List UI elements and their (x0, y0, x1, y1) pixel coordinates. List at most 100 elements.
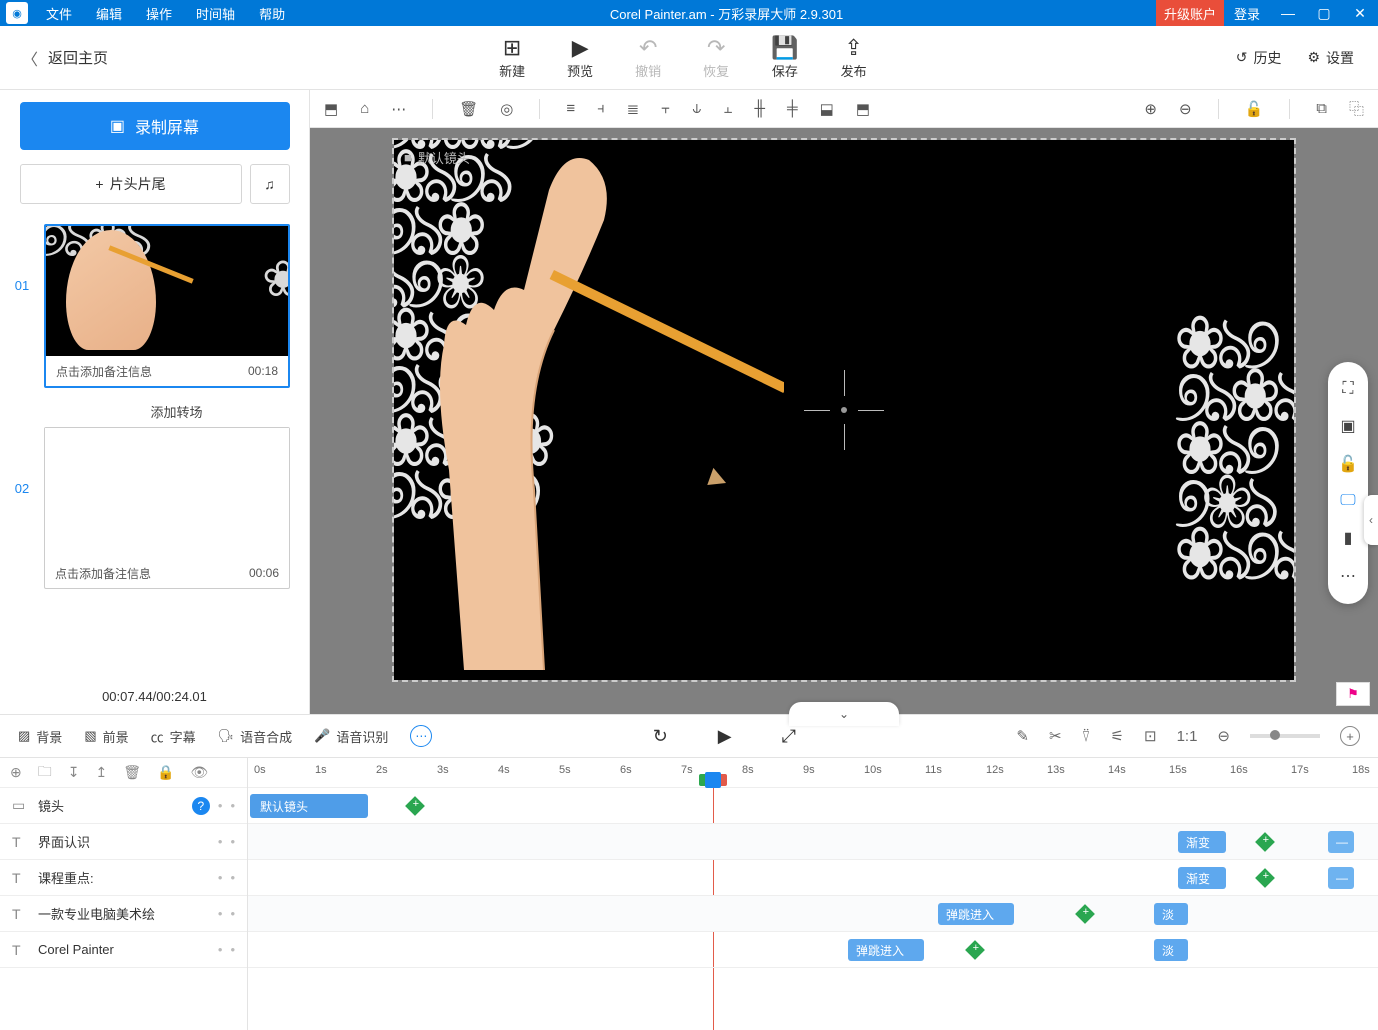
add-transition-button[interactable]: 添加转场 (0, 396, 309, 427)
track-dot[interactable]: • (218, 906, 223, 921)
track-dot[interactable]: • (230, 870, 235, 885)
edit-icon[interactable]: ✎ (1016, 727, 1029, 745)
keyframe-add[interactable] (1075, 904, 1095, 924)
minimize-button[interactable]: — (1270, 0, 1306, 26)
keyframe-add[interactable] (1255, 832, 1275, 852)
menu-timeline[interactable]: 时间轴 (184, 4, 247, 23)
clip-default-camera[interactable]: 默认镜头 (250, 794, 368, 818)
camera2-icon[interactable]: ▣ (1340, 416, 1355, 436)
history-button[interactable]: ↺历史 (1236, 48, 1282, 68)
track-row[interactable]: 弹跳进入 淡 (248, 932, 1378, 968)
zoom-in-icon[interactable]: ⊕ (1144, 100, 1157, 118)
settings-button[interactable]: ⚙设置 (1307, 48, 1354, 68)
keyframe-add[interactable] (1255, 868, 1275, 888)
help-icon[interactable]: ? (192, 797, 210, 815)
music-button[interactable]: ♫ (250, 164, 290, 204)
adjust-icon[interactable]: ⚟ (1111, 727, 1124, 745)
align-mid-icon[interactable]: ⫝ (692, 100, 701, 117)
paste-icon[interactable]: ⿻ (1349, 98, 1364, 119)
clip-fade[interactable]: 淡 (1154, 903, 1188, 925)
up-icon[interactable]: ↥ (95, 764, 107, 781)
new-button[interactable]: ⊞新建 (499, 35, 525, 80)
track-row[interactable]: 默认镜头 (248, 788, 1378, 824)
menu-help[interactable]: 帮助 (247, 4, 297, 23)
track-head-row[interactable]: T 课程重点: • • (0, 860, 247, 896)
track-dot[interactable]: • (230, 798, 235, 813)
copy-icon[interactable]: ⧉ (1316, 100, 1327, 117)
fullscreen-icon[interactable]: ⛶ (1342, 380, 1353, 398)
tab-background[interactable]: ▨背景 (18, 727, 62, 746)
publish-button[interactable]: ⇪发布 (841, 35, 867, 80)
track-head-row[interactable]: T 一款专业电脑美术绘 • • (0, 896, 247, 932)
unlock2-icon[interactable]: 🔓 (1338, 454, 1358, 474)
tabs-more-button[interactable]: ⋯ (410, 725, 432, 747)
corner-badge[interactable]: ⚑ (1336, 682, 1370, 706)
time-ruler[interactable]: 0s1s2s3s4s5s6s7s8s9s10s11s12s13s14s15s16… (248, 758, 1378, 788)
clip-tail[interactable]: — (1328, 831, 1354, 853)
clip-bounce-in[interactable]: 弹跳进入 (938, 903, 1014, 925)
down-icon[interactable]: ↧ (68, 764, 80, 781)
clip-tail[interactable]: — (1328, 867, 1354, 889)
eye-icon[interactable]: 👁 (190, 764, 208, 781)
clip-bounce-in[interactable]: 弹跳进入 (848, 939, 924, 961)
track-dot[interactable]: • (218, 942, 223, 957)
send-back-icon[interactable]: ⬓ (820, 100, 834, 118)
track-row[interactable]: 渐变 — (248, 824, 1378, 860)
collapse-canvas-button[interactable]: ⌄ (789, 702, 899, 726)
maximize-button[interactable]: ▢ (1306, 0, 1342, 26)
undo-button[interactable]: ↶撤销 (635, 35, 661, 80)
back-home-button[interactable]: 〈 返回主页 (0, 46, 130, 70)
trash2-icon[interactable]: 🗑 (123, 764, 141, 781)
preview-button[interactable]: ▶预览 (567, 35, 593, 80)
tab-foreground[interactable]: ▧前景 (84, 727, 128, 746)
tab-subtitle[interactable]: ㏄字幕 (151, 727, 196, 746)
slide-thumbnail[interactable]: ୭ঌ❀ঌ ❀ঌ (46, 226, 288, 356)
tab-asr[interactable]: 🎤语音识别 (314, 727, 388, 746)
home-icon[interactable]: ⌂ (360, 100, 369, 117)
layout-icon[interactable]: ⬒ (324, 100, 338, 118)
zoom-in2-icon[interactable]: + (1340, 726, 1360, 746)
align-left-icon[interactable]: ≡ (566, 100, 575, 117)
menu-file[interactable]: 文件 (34, 4, 84, 23)
menu-action[interactable]: 操作 (134, 4, 184, 23)
target-icon[interactable]: ◎ (500, 100, 513, 118)
align-bottom-icon[interactable]: ⫠ (723, 100, 732, 117)
track-dot[interactable]: • (218, 798, 223, 813)
slide-note[interactable]: 点击添加备注信息 (55, 565, 151, 582)
dist-h-icon[interactable]: ╫ (754, 100, 765, 117)
edge-expand-button[interactable]: ‹ (1364, 495, 1378, 545)
track-row[interactable]: 弹跳进入 淡 (248, 896, 1378, 932)
align-v-icon[interactable]: ⫞ (597, 100, 605, 117)
record-screen-button[interactable]: ▣ 录制屏幕 (20, 102, 290, 150)
fit-icon[interactable]: ⊡ (1144, 727, 1157, 745)
folder-icon[interactable]: 🗀 (38, 761, 52, 785)
add-track-icon[interactable]: ⊕ (10, 764, 22, 781)
zoom-slider[interactable] (1250, 734, 1320, 738)
lock-icon[interactable]: 🔒 (157, 764, 174, 781)
slide-note[interactable]: 点击添加备注信息 (56, 363, 152, 380)
redo-button[interactable]: ↷恢复 (703, 35, 729, 80)
canvas-stage[interactable]: ୭ঌ❀ঌ୭❀ঌ୭ঌ୭ঌ❀ঌ୭❀❀ঌ୭୭ঌ❀ঌ❀ঌ୭ঌ❀୭ঌ❀ঌ୭ ❀ঌ୭୭ঌ❀ঌ… (394, 140, 1294, 680)
play-timeline-icon[interactable]: ▶ (718, 726, 732, 747)
align-right-icon[interactable]: ≣ (627, 100, 640, 118)
track-head-row[interactable]: ▭ 镜头 ? • • (0, 788, 247, 824)
track-row[interactable]: 渐变 — (248, 860, 1378, 896)
keyframe-add[interactable] (965, 940, 985, 960)
track-dot[interactable]: • (218, 870, 223, 885)
add-intro-outro-button[interactable]: + 片头片尾 (20, 164, 242, 204)
login-button[interactable]: 登录 (1224, 4, 1270, 23)
save-button[interactable]: 💾保存 (771, 35, 798, 80)
unlock-icon[interactable]: 🔓 (1245, 100, 1264, 118)
tab-tts[interactable]: 🗣语音合成 (218, 727, 293, 746)
track-dot[interactable]: • (230, 906, 235, 921)
slide-item[interactable]: 02 点击添加备注信息 00:06 (0, 427, 309, 589)
close-button[interactable]: ✕ (1342, 0, 1378, 26)
zoom-out-icon[interactable]: ⊖ (1179, 100, 1192, 118)
expand-icon[interactable]: ⤢ (782, 726, 796, 747)
ratio-icon[interactable]: 1:1 (1177, 728, 1198, 745)
track-head-row[interactable]: T 界面认识 • • (0, 824, 247, 860)
cut-icon[interactable]: ✂ (1049, 727, 1062, 745)
track-dot[interactable]: • (218, 834, 223, 849)
trash-icon[interactable]: 🗑 (459, 100, 478, 118)
clip-gradient[interactable]: 渐变 (1178, 831, 1226, 853)
